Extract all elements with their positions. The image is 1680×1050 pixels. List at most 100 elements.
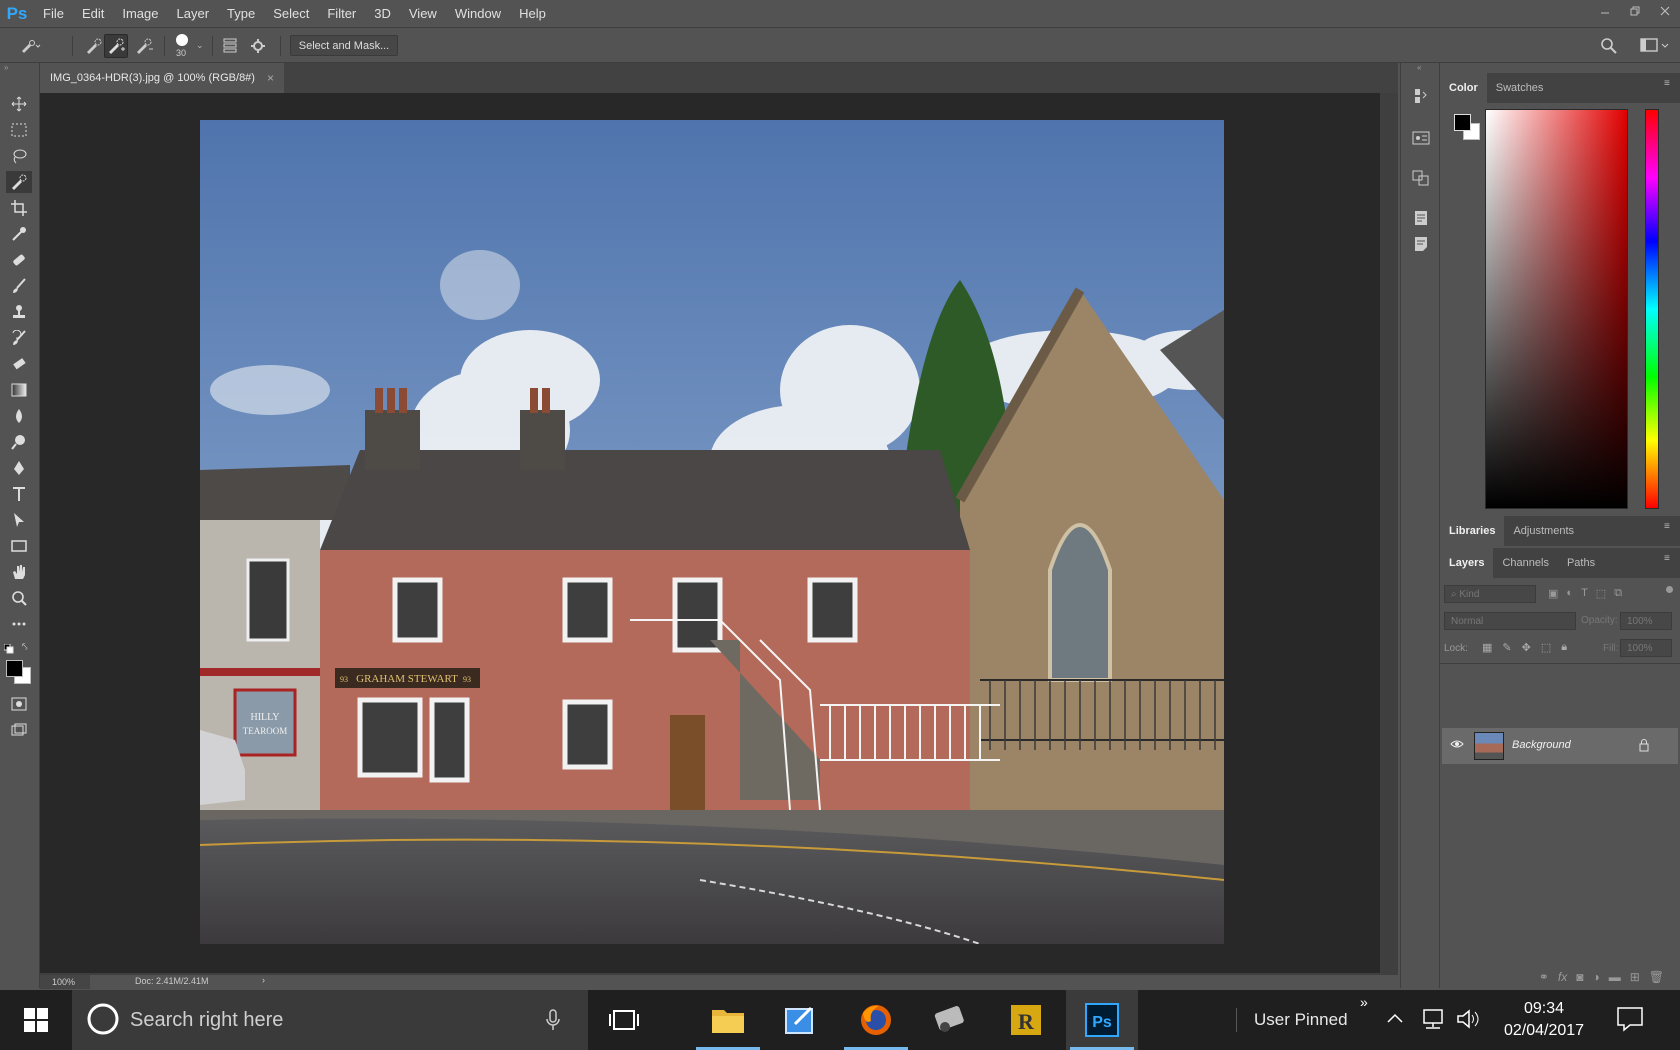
menu-view[interactable]: View — [400, 0, 446, 27]
properties-panel-icon[interactable] — [1409, 127, 1433, 149]
default-colors-icon[interactable] — [3, 643, 14, 657]
toolbar-expand-icon[interactable]: » — [1360, 994, 1368, 1010]
new-group-icon[interactable]: ▬ — [1609, 970, 1621, 984]
file-explorer-icon[interactable] — [692, 990, 764, 1050]
taskbar-search[interactable]: Search right here — [72, 990, 588, 1050]
screen-mode-icon[interactable] — [6, 719, 32, 741]
auto-enhance-icon[interactable] — [246, 34, 270, 58]
panel-menu-icon[interactable]: ≡ — [1664, 522, 1674, 535]
vertical-scrollbar[interactable] — [1380, 93, 1398, 973]
gradient-tool[interactable] — [6, 379, 32, 401]
canvas-area[interactable]: HILLY TEAROOM GRAHAM STEWART 93 93 — [40, 93, 1380, 973]
network-icon[interactable] — [1420, 1008, 1446, 1033]
shape-filter-icon[interactable]: ⬚ — [1596, 587, 1606, 600]
delete-layer-icon[interactable]: 🗑︎ — [1649, 970, 1664, 984]
layer-row-background[interactable]: Background — [1442, 728, 1678, 764]
firefox-icon[interactable] — [840, 990, 912, 1050]
tab-paths[interactable]: Paths — [1558, 548, 1604, 578]
menu-help[interactable]: Help — [510, 0, 555, 27]
microphone-icon[interactable] — [546, 1009, 560, 1034]
close-icon[interactable] — [1650, 0, 1680, 22]
collapse-panels-icon[interactable]: « — [1417, 63, 1421, 72]
new-selection-icon[interactable] — [82, 34, 106, 58]
pen-tool[interactable] — [6, 457, 32, 479]
menu-image[interactable]: Image — [113, 0, 167, 27]
workspace-icon[interactable] — [1640, 38, 1672, 57]
layer-kind-filter[interactable]: ⌕ Kind — [1444, 585, 1536, 603]
move-tool[interactable] — [6, 93, 32, 115]
select-and-mask-button[interactable]: Select and Mask... — [290, 35, 398, 56]
adjustment-layer-icon[interactable]: ◑ — [1592, 970, 1599, 984]
tool-preset-picker[interactable] — [18, 34, 42, 58]
r-app-icon[interactable]: R — [990, 990, 1062, 1050]
menu-file[interactable]: File — [34, 0, 73, 27]
notes-panel-icon[interactable] — [1409, 233, 1433, 255]
panel-menu-icon[interactable]: ≡ — [1664, 554, 1674, 567]
eraser-tool[interactable] — [6, 353, 32, 375]
lock-pixels-icon[interactable]: ✎ — [1502, 641, 1511, 654]
quick-selection-tool[interactable] — [6, 171, 32, 193]
hand-tool[interactable] — [6, 561, 32, 583]
history-panel-icon[interactable] — [1409, 85, 1433, 107]
clone-stamp-tool[interactable] — [6, 301, 32, 323]
document-tab[interactable]: IMG_0364-HDR(3).jpg @ 100% (RGB/8#) × — [40, 63, 284, 93]
link-layers-icon[interactable]: ⚭ — [1539, 970, 1549, 984]
filter-toggle-icon[interactable] — [1666, 586, 1673, 593]
opacity-field[interactable]: 100% — [1620, 612, 1672, 630]
zoom-level-field[interactable]: 100% — [40, 975, 90, 989]
chevron-up-icon[interactable] — [1386, 1012, 1404, 1027]
type-tool[interactable] — [6, 483, 32, 505]
sample-all-layers-icon[interactable] — [218, 34, 242, 58]
lock-transparency-icon[interactable]: ▦ — [1482, 641, 1492, 654]
new-layer-icon[interactable]: ⊞ — [1630, 970, 1640, 984]
eye-visibility-icon[interactable] — [1450, 738, 1464, 753]
status-menu-arrow-icon[interactable]: › — [262, 975, 265, 985]
add-to-selection-icon[interactable] — [104, 34, 128, 58]
system-clock[interactable]: 09:34 02/04/2017 — [1500, 998, 1588, 1042]
volume-icon[interactable] — [1456, 1008, 1480, 1033]
swap-colors-icon[interactable]: ⤣ — [22, 642, 28, 653]
more-tools-icon[interactable] — [6, 613, 32, 635]
lock-artboard-icon[interactable]: ⬚ — [1541, 641, 1551, 654]
chevron-down-icon[interactable]: ⌄ — [196, 40, 204, 51]
tab-swatches[interactable]: Swatches — [1487, 73, 1553, 103]
paint-app-icon[interactable] — [764, 990, 836, 1050]
zoom-tool[interactable] — [6, 587, 32, 609]
quick-mask-icon[interactable] — [6, 693, 32, 715]
fill-field[interactable]: 100% — [1620, 639, 1672, 657]
smart-object-filter-icon[interactable]: ⧉ — [1614, 587, 1622, 600]
rectangle-tool[interactable] — [6, 535, 32, 557]
healing-brush-tool[interactable] — [6, 249, 32, 271]
windows-start-icon[interactable] — [0, 990, 72, 1050]
lasso-tool[interactable] — [6, 145, 32, 167]
restore-icon[interactable] — [1620, 0, 1650, 22]
tab-adjustments[interactable]: Adjustments — [1504, 516, 1583, 546]
tab-layers[interactable]: Layers — [1440, 548, 1494, 578]
lock-all-icon[interactable]: 🔒︎ — [1561, 641, 1567, 654]
blur-tool[interactable] — [6, 405, 32, 427]
tab-color[interactable]: Color — [1440, 73, 1487, 103]
paragraph-panel-icon[interactable] — [1409, 207, 1433, 229]
brush-size-picker[interactable]: 30 — [174, 32, 190, 60]
foreground-color-chip[interactable] — [1454, 114, 1471, 131]
color-picker-field[interactable] — [1485, 109, 1628, 509]
hue-slider[interactable] — [1645, 109, 1659, 509]
collapse-toolbar-icon[interactable]: » — [4, 63, 8, 72]
path-selection-tool[interactable] — [6, 509, 32, 531]
brush-tool[interactable] — [6, 275, 32, 297]
tab-libraries[interactable]: Libraries — [1440, 516, 1505, 546]
blend-mode-select[interactable]: Normal — [1444, 612, 1576, 630]
lock-position-icon[interactable]: ✥ — [1522, 641, 1531, 654]
adjustment-filter-icon[interactable]: ◐ — [1566, 587, 1573, 600]
photoshop-taskbar-icon[interactable]: Ps — [1066, 990, 1138, 1050]
dodge-tool[interactable] — [6, 431, 32, 453]
crop-tool[interactable] — [6, 197, 32, 219]
action-center-icon[interactable] — [1616, 1006, 1644, 1035]
add-mask-icon[interactable]: ◙ — [1576, 970, 1583, 984]
menu-window[interactable]: Window — [446, 0, 510, 27]
character-panel-icon[interactable] — [1409, 167, 1433, 189]
close-tab-icon[interactable]: × — [267, 71, 274, 85]
subtract-from-selection-icon[interactable] — [132, 34, 156, 58]
panel-menu-icon[interactable]: ≡ — [1664, 79, 1674, 92]
document-image[interactable]: HILLY TEAROOM GRAHAM STEWART 93 93 — [200, 120, 1224, 944]
